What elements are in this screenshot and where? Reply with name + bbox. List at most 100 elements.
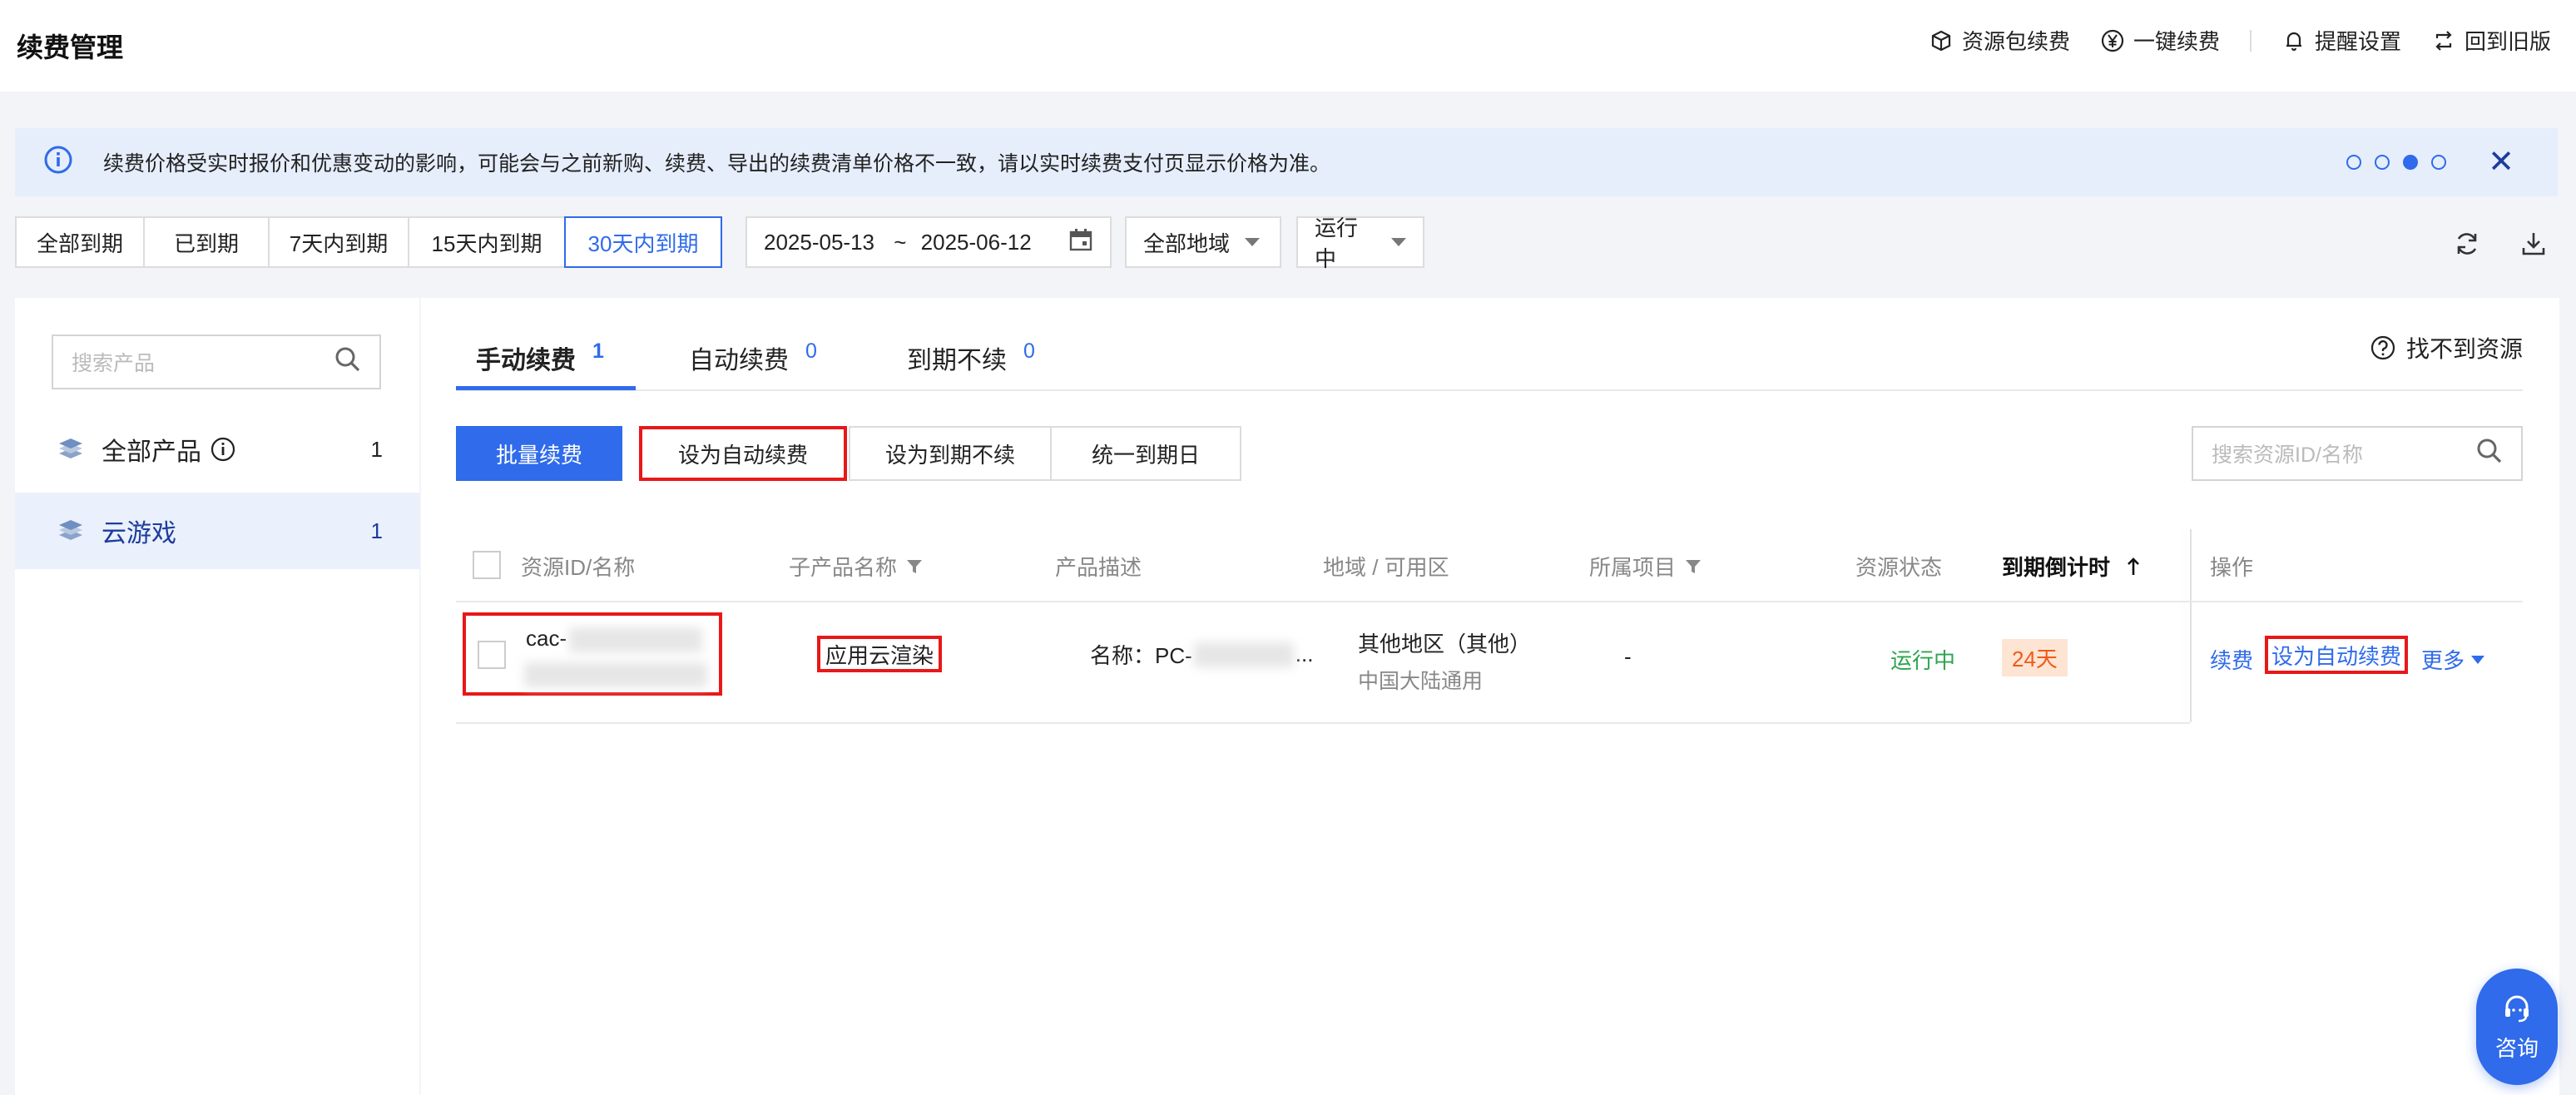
column-label: 子产品名称 bbox=[789, 555, 898, 580]
notice-page-dot[interactable] bbox=[2431, 155, 2446, 170]
search-icon[interactable] bbox=[2476, 438, 2503, 470]
tab-count: 0 bbox=[805, 339, 817, 363]
filter-icon[interactable] bbox=[1684, 557, 1702, 576]
sidebar-item-cloud-gaming[interactable]: 云游戏 1 bbox=[15, 493, 419, 569]
cannot-find-resource-link[interactable]: 找不到资源 bbox=[2370, 331, 2523, 364]
column-label: 资源ID/名称 bbox=[521, 555, 636, 580]
resource-list-panel: 手动续费 1 自动续费 0 到期不续 0 找不到资源 批量续费 设为自动续费 设… bbox=[421, 298, 2559, 1095]
countdown-badge: 24天 bbox=[2002, 639, 2068, 676]
filter-all-expiry[interactable]: 全部到期 bbox=[15, 216, 145, 268]
chevron-down-icon bbox=[1391, 238, 1406, 246]
sort-ascending-icon bbox=[2125, 557, 2142, 577]
renew-link[interactable]: 续费 bbox=[2210, 644, 2253, 675]
table-row-divider bbox=[456, 722, 2190, 724]
set-no-renew-button[interactable]: 设为到期不续 bbox=[849, 426, 1052, 481]
redacted-description bbox=[1193, 642, 1294, 667]
chevron-down-icon bbox=[1245, 238, 1261, 246]
product-sidebar: 搜索产品 全部产品 1 云游戏 1 bbox=[15, 298, 419, 1095]
headset-icon bbox=[2500, 992, 2534, 1025]
filter-30-days[interactable]: 30天内到期 bbox=[564, 216, 722, 268]
filter-expired[interactable]: 已到期 bbox=[143, 216, 270, 268]
header-actions: 资源包续费 一键续费 提醒设置 回到旧版 bbox=[1899, 25, 2551, 56]
consult-label: 咨询 bbox=[2494, 1035, 2539, 1061]
back-to-old-version-link[interactable]: 回到旧版 bbox=[2431, 25, 2551, 56]
date-end: 2025-06-12 bbox=[920, 229, 1032, 255]
more-actions-label: 更多 bbox=[2421, 648, 2465, 673]
column-label: 到期倒计时 bbox=[2002, 555, 2111, 580]
filter-15-days[interactable]: 15天内到期 bbox=[408, 216, 566, 268]
tab-label: 自动续费 bbox=[689, 347, 789, 374]
region-select[interactable]: 全部地域 bbox=[1125, 216, 1281, 268]
redacted-resource-id bbox=[569, 627, 702, 652]
tab-count: 1 bbox=[592, 339, 604, 363]
package-icon bbox=[1929, 28, 1954, 53]
resource-id-cell: cac- bbox=[463, 612, 722, 696]
column-header-region: 地域 / 可用区 bbox=[1323, 551, 1449, 582]
redacted-resource-name bbox=[524, 662, 707, 687]
header-divider bbox=[2249, 29, 2252, 52]
select-all-checkbox[interactable] bbox=[473, 551, 501, 579]
table-row: cac- 应用云渲染 名称：PC- ... 其他地区（其他） 中国大陆通用 - … bbox=[456, 602, 2523, 722]
info-icon bbox=[43, 145, 73, 181]
reminder-settings-link[interactable]: 提醒设置 bbox=[2281, 25, 2401, 56]
resource-search-placeholder: 搜索资源ID/名称 bbox=[2212, 443, 2363, 467]
status-running: 运行中 bbox=[1890, 648, 1956, 673]
project-cell: - bbox=[1624, 644, 1632, 669]
column-header-status: 资源状态 bbox=[1855, 551, 1942, 582]
column-label: 操作 bbox=[2210, 555, 2254, 580]
description-prefix: 名称：PC- bbox=[1090, 643, 1192, 668]
tab-divider bbox=[456, 389, 2523, 391]
row-checkbox[interactable] bbox=[478, 641, 506, 669]
set-auto-renew-button[interactable]: 设为自动续费 bbox=[639, 426, 847, 481]
help-icon bbox=[2370, 334, 2396, 361]
subproduct-cell: 应用云渲染 bbox=[817, 636, 943, 672]
notice-page-dot-active[interactable] bbox=[2403, 155, 2418, 170]
column-header-resource-id: 资源ID/名称 bbox=[521, 551, 635, 582]
product-search-placeholder: 搜索产品 bbox=[72, 352, 156, 375]
status-select[interactable]: 运行中 bbox=[1296, 216, 1424, 271]
column-header-countdown[interactable]: 到期倒计时 bbox=[2002, 551, 2142, 582]
filter-7-days[interactable]: 7天内到期 bbox=[268, 216, 409, 268]
notice-pager bbox=[2346, 155, 2446, 170]
info-icon[interactable] bbox=[210, 436, 236, 463]
sidebar-item-all-products[interactable]: 全部产品 1 bbox=[15, 411, 419, 488]
calendar-icon bbox=[1068, 227, 1093, 258]
caret-down-icon bbox=[2471, 655, 2485, 664]
sidebar-item-count: 1 bbox=[370, 518, 383, 543]
notice-text: 续费价格受实时报价和优惠变动的影响，可能会与之前新购、续费、导出的续费清单价格不… bbox=[103, 152, 1331, 176]
column-label: 所属项目 bbox=[1589, 555, 1677, 580]
page-title: 续费管理 bbox=[17, 32, 124, 62]
more-actions-dropdown[interactable]: 更多 bbox=[2421, 644, 2485, 675]
notice-page-dot[interactable] bbox=[2346, 155, 2361, 170]
reminder-settings-label: 提醒设置 bbox=[2314, 29, 2401, 54]
download-icon[interactable] bbox=[2519, 230, 2548, 262]
unify-expiry-date-button[interactable]: 统一到期日 bbox=[1050, 426, 1241, 481]
refresh-icon[interactable] bbox=[2453, 230, 2481, 262]
consult-button[interactable]: 咨询 bbox=[2476, 969, 2558, 1085]
date-range-picker[interactable]: 2025-05-13 ~ 2025-06-12 bbox=[746, 216, 1112, 268]
search-icon[interactable] bbox=[334, 346, 361, 379]
sidebar-item-label: 云游戏 bbox=[102, 520, 176, 548]
date-start: 2025-05-13 bbox=[764, 229, 874, 255]
price-notice-banner: 续费价格受实时报价和优惠变动的影响，可能会与之前新购、续费、导出的续费清单价格不… bbox=[15, 128, 2558, 196]
filter-icon[interactable] bbox=[905, 557, 924, 576]
sidebar-item-count: 1 bbox=[370, 436, 383, 462]
resource-package-renew-link[interactable]: 资源包续费 bbox=[1929, 25, 2070, 56]
column-label: 资源状态 bbox=[1855, 555, 1943, 580]
one-click-renew-link[interactable]: 一键续费 bbox=[2100, 25, 2220, 56]
resource-id-link[interactable]: cac- bbox=[526, 626, 567, 652]
product-search-input[interactable]: 搜索产品 bbox=[52, 334, 381, 389]
batch-renew-button[interactable]: 批量续费 bbox=[456, 426, 622, 481]
tab-label: 到期不续 bbox=[907, 347, 1007, 374]
notice-page-dot[interactable] bbox=[2375, 155, 2390, 170]
resource-package-renew-label: 资源包续费 bbox=[1961, 29, 2070, 54]
close-icon[interactable]: ✕ bbox=[2488, 146, 2514, 178]
resource-search-input[interactable]: 搜索资源ID/名称 bbox=[2192, 426, 2523, 481]
description-cell: 名称：PC- ... bbox=[1090, 639, 1313, 670]
column-header-subproduct: 子产品名称 bbox=[789, 551, 924, 582]
column-label: 地域 / 可用区 bbox=[1323, 555, 1449, 580]
tab-count: 0 bbox=[1023, 339, 1035, 363]
set-auto-renew-link[interactable]: 设为自动续费 bbox=[2265, 636, 2409, 674]
column-header-actions: 操作 bbox=[2210, 551, 2253, 582]
sidebar-item-label: 全部产品 bbox=[102, 438, 201, 466]
